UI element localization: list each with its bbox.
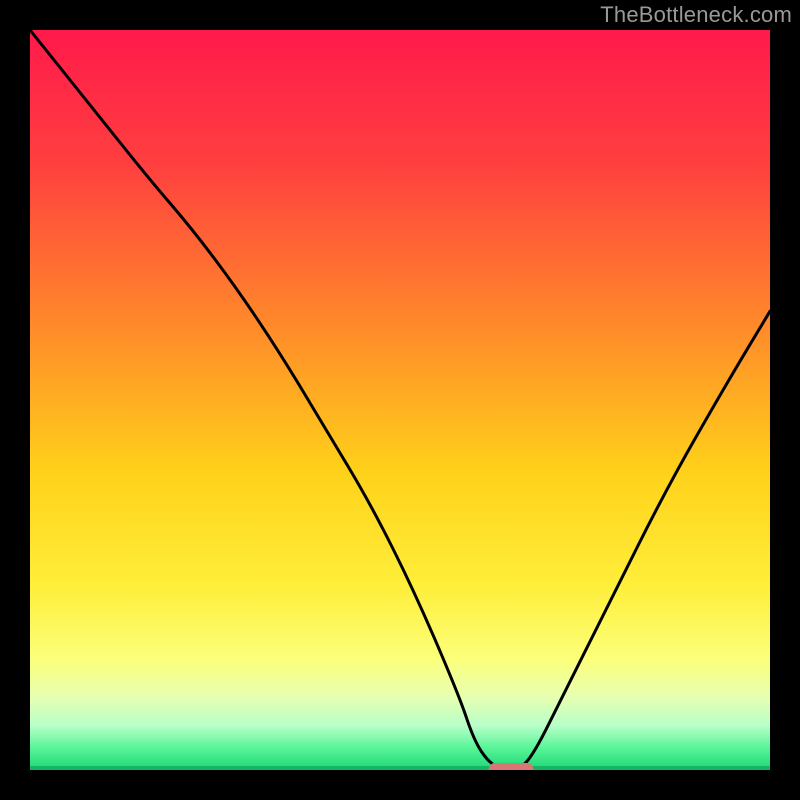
plot-area	[30, 30, 770, 770]
baseline-strip	[30, 766, 770, 770]
optimal-band-marker	[489, 763, 533, 770]
chart-frame: TheBottleneck.com	[0, 0, 800, 800]
gradient-background	[30, 30, 770, 770]
watermark-text: TheBottleneck.com	[600, 2, 792, 28]
bottleneck-chart-svg	[30, 30, 770, 770]
